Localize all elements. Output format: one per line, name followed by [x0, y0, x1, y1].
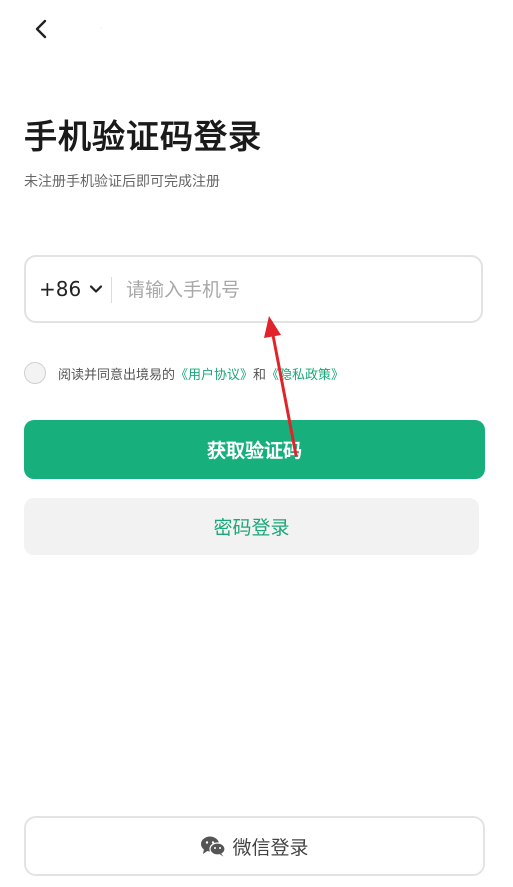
agreement-row: 阅读并同意出境易的《用户协议》和《隐私政策》 [24, 362, 344, 384]
back-button[interactable] [30, 16, 56, 42]
user-agreement-link[interactable]: 《用户协议》 [175, 368, 253, 383]
wechat-login-button[interactable]: 微信登录 [24, 816, 485, 876]
page-subtitle: 未注册手机验证后即可完成注册 [24, 174, 220, 190]
phone-input-box: +86 [24, 255, 483, 323]
country-code-label: +86 [39, 277, 82, 301]
get-code-button[interactable]: 获取验证码 [24, 420, 485, 479]
privacy-policy-link[interactable]: 《隐私政策》 [266, 368, 344, 383]
chevron-down-icon [90, 285, 103, 293]
agreement-and: 和 [253, 367, 267, 383]
agreement-checkbox[interactable] [24, 362, 46, 384]
wechat-icon [201, 836, 227, 857]
phone-number-input[interactable] [124, 271, 468, 309]
back-arrow-icon [35, 19, 47, 39]
agreement-prefix: 阅读并同意出境易的 [58, 367, 176, 383]
page-title: 手机验证码登录 [24, 117, 262, 156]
watermark-line2: 小编亲测 [34, 43, 118, 67]
agreement-text: 阅读并同意出境易的《用户协议》和《隐私政策》 [58, 364, 344, 383]
country-code-selector[interactable]: +86 [39, 277, 103, 301]
wechat-login-label: 微信登录 [232, 836, 309, 859]
password-login-button[interactable]: 密码登录 [24, 498, 479, 555]
input-divider [111, 277, 112, 303]
